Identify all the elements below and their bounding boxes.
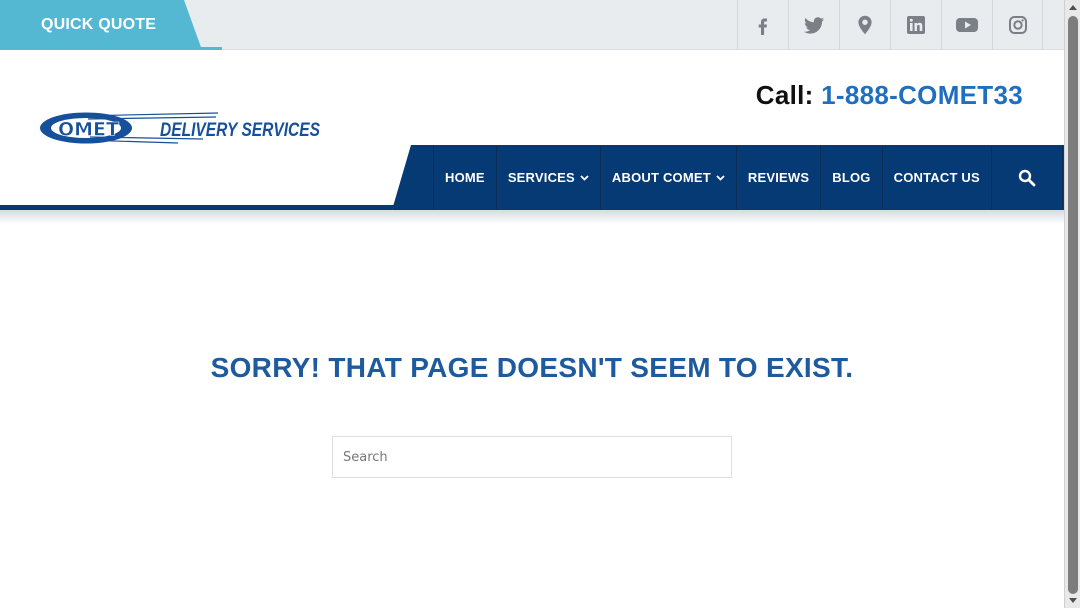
location-link[interactable] [839,0,890,50]
chevron-down-icon [580,174,589,181]
phone-link[interactable]: 1-888-COMET33 [821,80,1023,110]
search-input[interactable] [332,436,732,478]
scroll-thumb[interactable] [1068,16,1078,594]
top-bar: QUICK QUOTE [0,0,1064,50]
nav-blog-label: BLOG [832,170,871,185]
location-pin-icon [858,15,872,35]
nav-about-label: ABOUT COMET [611,170,711,185]
header-shadow [0,210,1064,224]
instagram-icon [1008,16,1027,34]
page-title: SORRY! THAT PAGE DOESN'T SEEM TO EXIST. [210,352,854,383]
nav-services[interactable]: SERVICES [495,146,600,209]
nav-contact-label: CONTACT US [893,170,980,185]
site-header: Call: 1-888-COMET33 OMET DELIVERY SERVIC… [0,50,1064,210]
scrollbar[interactable] [1064,0,1080,608]
chevron-down-icon [716,174,725,181]
comet-logo[interactable]: OMET DELIVERY SERVICES [38,108,328,148]
nav-reviews-label: REVIEWS [747,170,810,185]
nav-home-label: HOME [445,170,485,185]
main-nav: HOME SERVICES ABOUT COMET REVIEWS BLOG C… [433,146,1063,209]
linkedin-link[interactable] [890,0,941,50]
comet-logo-mark: OMET DELIVERY SERVICES [40,112,320,144]
facebook-icon [758,18,767,35]
nav-search-button[interactable] [990,146,1063,209]
social-links [737,0,1043,50]
quick-quote-button[interactable]: QUICK QUOTE [0,0,222,50]
nav-about[interactable]: ABOUT COMET [599,146,736,209]
scroll-down-arrow[interactable] [1069,598,1077,603]
youtube-icon [956,18,978,32]
nav-contact[interactable]: CONTACT US [881,146,991,209]
call-line: Call: 1-888-COMET33 [756,80,1023,111]
facebook-link[interactable] [737,0,788,50]
linkedin-icon [907,16,925,34]
search-icon [1018,169,1036,186]
nav-blog[interactable]: BLOG [820,146,881,209]
scroll-up-arrow[interactable] [1069,5,1077,10]
quick-quote-label: QUICK QUOTE [41,16,157,33]
instagram-link[interactable] [992,0,1043,50]
nav-home[interactable]: HOME [433,146,496,209]
call-label: Call: [755,80,814,110]
nav-reviews[interactable]: REVIEWS [735,146,820,209]
logo-text-sub: DELIVERY SERVICES [160,120,320,141]
youtube-link[interactable] [941,0,992,50]
nav-services-label: SERVICES [507,170,575,185]
logo-text-main: OMET [58,119,119,141]
twitter-icon [804,17,824,34]
twitter-link[interactable] [788,0,839,50]
